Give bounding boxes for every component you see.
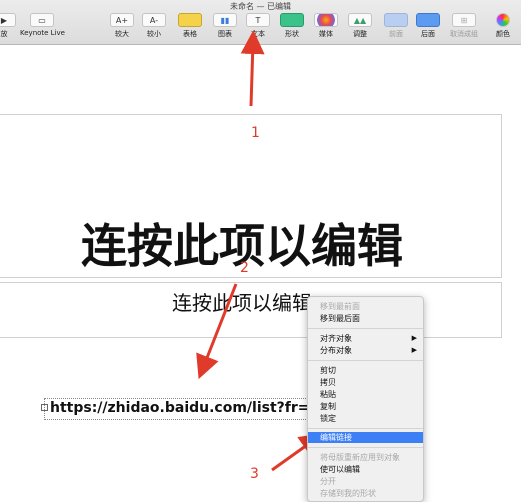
annotation-number-2: 2 (240, 260, 249, 276)
menu-item-save-shape[interactable]: 存储到我的形状 (308, 488, 423, 499)
arrow-2 (196, 283, 238, 380)
menu-item-distribute[interactable]: 分布对象 ▶ (308, 345, 423, 356)
menu-separator (308, 428, 423, 429)
annotation-arrows (196, 30, 324, 472)
menu-item-align[interactable]: 对齐对象 ▶ (308, 333, 423, 344)
menu-item-cut[interactable]: 剪切 (308, 365, 423, 376)
menu-separator (308, 447, 423, 448)
arrow-1 (240, 30, 265, 107)
menu-item-separate[interactable]: 分开 (308, 476, 423, 487)
menu-item-bring-front[interactable]: 移到最前面 (308, 301, 423, 312)
menu-separator (308, 328, 423, 329)
menu-item-paste[interactable]: 粘贴 (308, 389, 423, 400)
menu-item-send-back[interactable]: 移到最后面 (308, 313, 423, 324)
menu-item-duplicate[interactable]: 复制 (308, 401, 423, 412)
menu-item-make-editable[interactable]: 使可以编辑 (308, 464, 423, 475)
submenu-arrow-icon: ▶ (411, 334, 417, 342)
menu-item-align-label: 对齐对象 (320, 334, 352, 343)
menu-item-distribute-label: 分布对象 (320, 346, 352, 355)
menu-item-copy[interactable]: 拷贝 (308, 377, 423, 388)
menu-separator (308, 360, 423, 361)
annotation-number-1: 1 (251, 125, 260, 141)
menu-item-edit-link[interactable]: 编辑链接 (308, 432, 423, 443)
menu-item-lock[interactable]: 锁定 (308, 413, 423, 424)
context-menu: 移到最前面 移到最后面 对齐对象 ▶ 分布对象 ▶ 剪切 拷贝 粘贴 复制 锁定… (307, 296, 424, 502)
submenu-arrow-icon: ▶ (411, 346, 417, 354)
menu-item-reapply-master[interactable]: 将母版重新应用到对象 (308, 452, 423, 463)
annotation-number-3: 3 (250, 466, 259, 482)
